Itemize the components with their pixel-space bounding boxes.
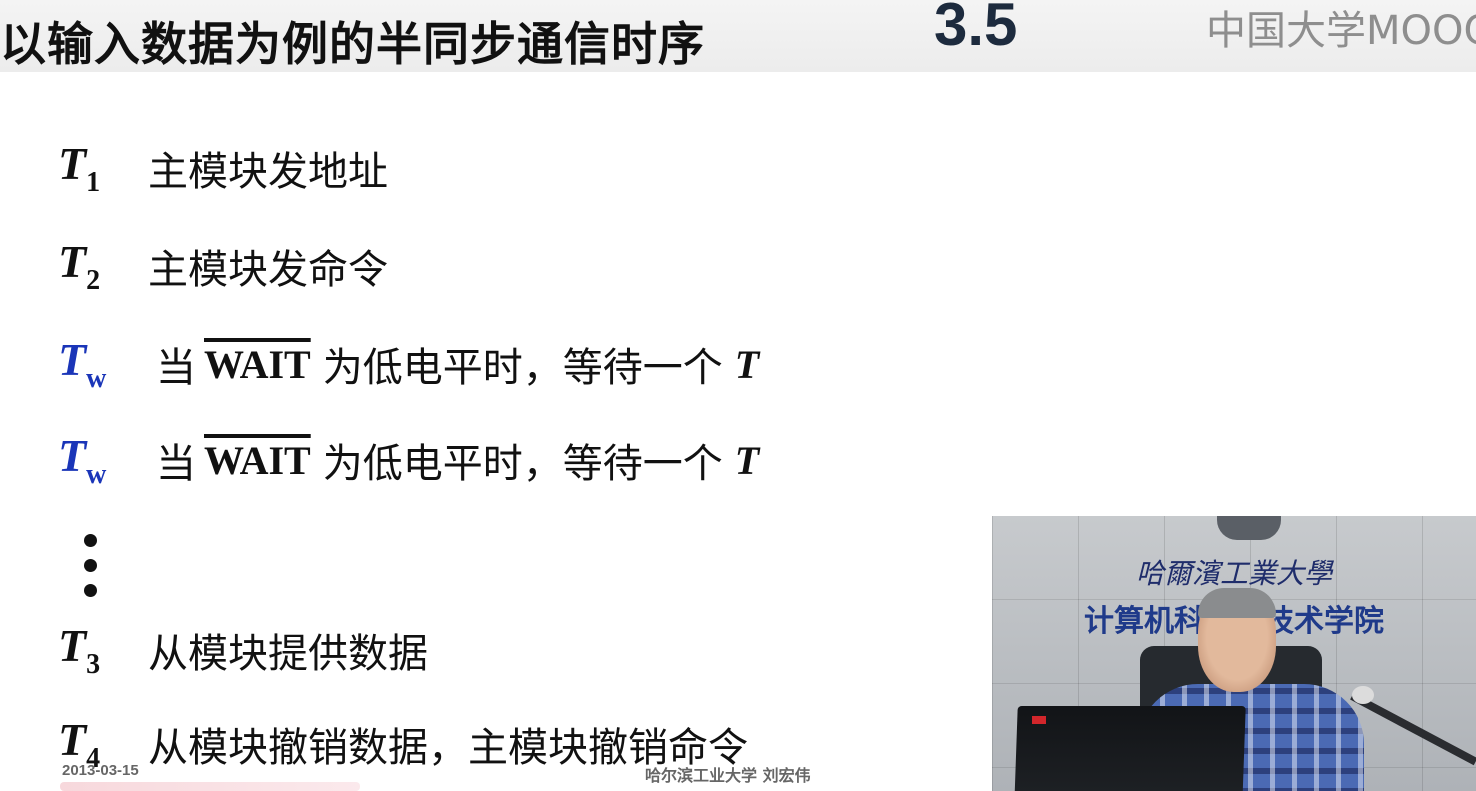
laptop-logo (1032, 716, 1046, 724)
timing-step-t1: T1 主模块发地址 (58, 138, 388, 198)
step-symbol: T2 (58, 236, 101, 296)
laptop (1014, 706, 1246, 791)
vertical-ellipsis (84, 534, 98, 609)
footer-credit: 哈尔滨工业大学 刘宏伟 (645, 766, 811, 785)
clock-period-symbol: T (734, 437, 760, 483)
step-symbol: Tw (58, 430, 107, 490)
decorative-stripe (60, 782, 360, 791)
timing-step-tw: Tw 当 WAIT 为低电平时，等待一个 T (58, 430, 759, 490)
step-symbol: Tw (58, 334, 107, 394)
mooc-brand-text: 中国大学MOOC (1208, 8, 1476, 52)
wait-signal: WAIT (204, 341, 311, 387)
step-description: 主模块发命令 (148, 247, 388, 293)
clock-period-symbol: T (734, 341, 760, 387)
step-description: 为低电平时，等待一个 (322, 345, 723, 391)
step-prefix: 当 (156, 345, 196, 391)
school-emblem (1217, 516, 1281, 540)
step-description: 主模块发地址 (148, 149, 388, 195)
section-number: 3.5 (934, 0, 1018, 58)
lecturer-hair (1198, 588, 1276, 618)
step-symbol: T1 (58, 138, 101, 198)
timing-step-t2: T2 主模块发命令 (58, 236, 388, 296)
mooc-logo: 中国大学MOOC (1208, 2, 1476, 52)
timing-step-tw: Tw 当 WAIT 为低电平时，等待一个 T (58, 334, 759, 394)
step-prefix: 当 (156, 441, 196, 487)
school-name: 哈爾濱工業大學 (1135, 557, 1332, 590)
timing-step-t3: T3 从模块提供数据 (58, 620, 428, 680)
step-symbol: T3 (58, 620, 101, 680)
step-description: 为低电平时，等待一个 (322, 441, 723, 487)
lecturer-video[interactable]: 哈爾濱工業大學 计算机科学与技术学院 (992, 516, 1476, 791)
step-description: 从模块提供数据 (148, 631, 428, 677)
slide-title: 以输入数据为例的半同步通信时序 (0, 17, 705, 71)
microphone-icon (1352, 686, 1374, 704)
footer-date: 2013-03-15 (62, 762, 139, 779)
wait-signal: WAIT (204, 437, 311, 483)
